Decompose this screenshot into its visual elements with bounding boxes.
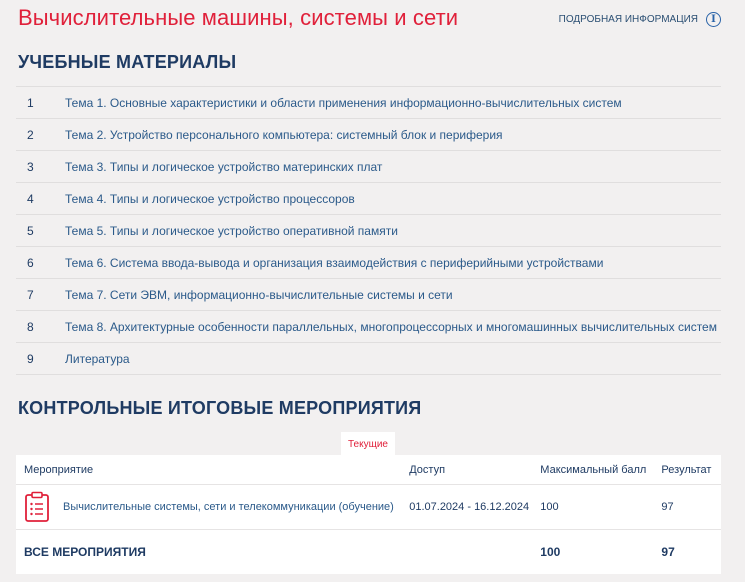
more-info-link[interactable]: ПОДРОБНАЯ ИНФОРМАЦИЯ i: [559, 12, 721, 27]
list-item: 6 Тема 6. Система ввода-вывода и организ…: [16, 247, 721, 279]
event-link[interactable]: Вычислительные системы, сети и телекомму…: [63, 501, 394, 513]
material-link[interactable]: Тема 6. Система ввода-вывода и организац…: [57, 256, 603, 270]
table-header: Мероприятие Доступ Максимальный балл Рез…: [16, 455, 721, 485]
material-link[interactable]: Тема 5. Типы и логическое устройство опе…: [57, 224, 398, 238]
item-number: 9: [27, 351, 34, 366]
info-icon: i: [706, 12, 721, 27]
item-number: 8: [27, 319, 34, 334]
event-access: 01.07.2024 - 16.12.2024: [409, 501, 530, 513]
item-number: 4: [27, 191, 34, 206]
item-number: 3: [27, 159, 34, 174]
total-max-score: 100: [540, 545, 561, 559]
material-link[interactable]: Тема 4. Типы и логическое устройство про…: [57, 192, 355, 206]
tab-current[interactable]: Текущие: [341, 432, 395, 456]
material-link[interactable]: Тема 7. Сети ЭВМ, информационно-вычислит…: [57, 288, 453, 302]
total-row: ВСЕ МЕРОПРИЯТИЯ 100 97: [16, 530, 721, 574]
event-cell: Вычислительные системы, сети и телекомму…: [16, 491, 409, 523]
item-number: 6: [27, 255, 34, 270]
list-item: 9 Литература: [16, 343, 721, 375]
item-number: 2: [27, 127, 34, 142]
column-header-result: Результат: [661, 463, 712, 476]
column-header-event: Мероприятие: [24, 463, 94, 476]
list-item: 1 Тема 1. Основные характеристики и обла…: [16, 86, 721, 119]
item-number: 7: [27, 287, 34, 302]
table-row: Вычислительные системы, сети и телекомму…: [16, 485, 721, 530]
material-link[interactable]: Тема 1. Основные характеристики и област…: [57, 96, 622, 110]
list-item: 3 Тема 3. Типы и логическое устройство м…: [16, 151, 721, 183]
list-item: 4 Тема 4. Типы и логическое устройство п…: [16, 183, 721, 215]
material-link[interactable]: Тема 2. Устройство персонального компьют…: [57, 128, 503, 142]
material-link[interactable]: Тема 3. Типы и логическое устройство мат…: [57, 160, 382, 174]
more-info-label: ПОДРОБНАЯ ИНФОРМАЦИЯ: [558, 14, 698, 25]
clipboard-icon: [25, 491, 49, 522]
column-header-access: Доступ: [409, 463, 446, 476]
material-link[interactable]: Тема 8. Архитектурные особенности паралл…: [57, 320, 717, 334]
materials-section-title: УЧЕБНЫЕ МАТЕРИАЛЫ: [18, 52, 237, 72]
material-link[interactable]: Литература: [57, 352, 130, 366]
total-label: ВСЕ МЕРОПРИЯТИЯ: [24, 545, 146, 559]
event-max-score: 100: [540, 501, 559, 513]
item-number: 1: [27, 95, 34, 110]
list-item: 2 Тема 2. Устройство персонального компь…: [16, 119, 721, 151]
events-section-title: КОНТРОЛЬНЫЕ ИТОГОВЫЕ МЕРОПРИЯТИЯ: [18, 398, 422, 418]
materials-list: 1 Тема 1. Основные характеристики и обла…: [16, 86, 721, 375]
column-header-max-score: Максимальный балл: [540, 463, 647, 476]
event-result: 97: [661, 501, 674, 513]
events-table: Мероприятие Доступ Максимальный балл Рез…: [16, 455, 721, 574]
list-item: 8 Тема 8. Архитектурные особенности пара…: [16, 311, 721, 343]
list-item: 7 Тема 7. Сети ЭВМ, информационно-вычисл…: [16, 279, 721, 311]
list-item: 5 Тема 5. Типы и логическое устройство о…: [16, 215, 721, 247]
total-result: 97: [661, 545, 675, 559]
item-number: 5: [27, 223, 34, 238]
page-header: Вычислительные машины, системы и сети ПО…: [18, 4, 721, 36]
